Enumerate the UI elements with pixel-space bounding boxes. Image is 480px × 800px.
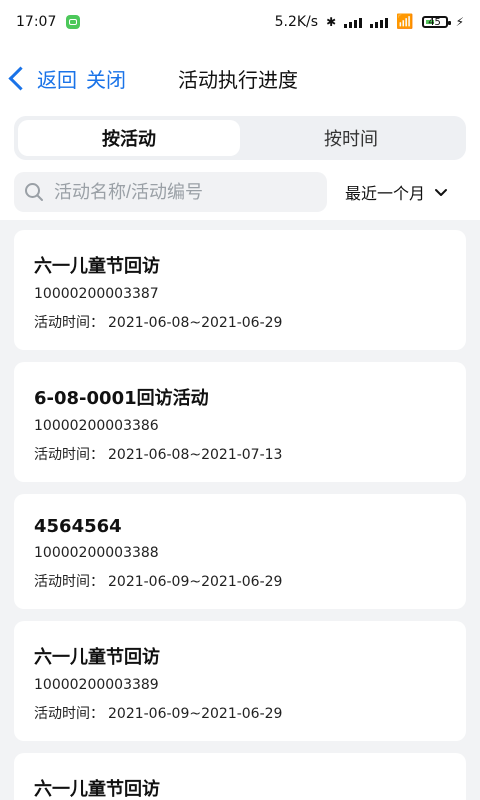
activity-time-row: 活动时间： 2021-06-08~2021-07-13 [34, 444, 446, 464]
status-left: 17:07 [16, 14, 81, 30]
status-bar: 17:07 5.2K/s ✱ 📶 45 ⚡ [0, 0, 480, 44]
search-row: 最近一个月 [14, 172, 466, 212]
status-right: 5.2K/s ✱ 📶 45 ⚡ [275, 14, 464, 30]
status-time: 17:07 [16, 14, 57, 30]
activity-time-row: 活动时间： 2021-06-08~2021-06-29 [34, 312, 446, 332]
activity-time-row: 活动时间： 2021-06-09~2021-06-29 [34, 703, 446, 723]
close-label: 关闭 [86, 67, 126, 92]
tab-switcher: 按活动 按时间 [14, 116, 466, 160]
activity-time-label: 活动时间： [34, 706, 104, 722]
date-filter-dropdown[interactable]: 最近一个月 [345, 172, 449, 212]
app-screen: 17:07 5.2K/s ✱ 📶 45 ⚡ 返回 关闭 活动执行进度 按活动 按… [0, 0, 480, 800]
activity-id: 10000200003387 [34, 286, 159, 302]
app-notification-icon [66, 15, 81, 29]
activity-time-range: 2021-06-09~2021-06-29 [108, 706, 283, 722]
activity-time-label: 活动时间： [34, 447, 104, 463]
activity-title: 六一儿童节回访 [34, 256, 160, 277]
wifi-icon: 📶 [396, 14, 414, 30]
list-item[interactable]: 4564564 10000200003388 活动时间： 2021-06-09~2… [14, 494, 466, 609]
search-input[interactable] [52, 180, 306, 204]
activity-list: 六一儿童节回访 10000200003387 活动时间： 2021-06-08~2… [0, 230, 480, 800]
chevron-left-icon [8, 65, 33, 91]
list-item[interactable]: 6-08-0001回访活动 10000200003386 活动时间： 2021-0… [14, 362, 466, 482]
activity-id: 10000200003389 [34, 677, 159, 693]
signal-icon-2 [370, 16, 389, 28]
list-item[interactable]: 六一儿童节回访 [14, 753, 466, 800]
activity-id: 10000200003386 [34, 418, 159, 434]
activity-id: 10000200003388 [34, 545, 159, 561]
page-title: 活动执行进度 [178, 67, 298, 92]
list-item[interactable]: 六一儿童节回访 10000200003387 活动时间： 2021-06-08~2… [14, 230, 466, 350]
tab-by-time[interactable]: 按时间 [240, 120, 462, 156]
activity-title: 六一儿童节回访 [34, 647, 160, 668]
back-button[interactable]: 返回 [8, 62, 77, 94]
tab-by-activity[interactable]: 按活动 [18, 120, 240, 156]
list-item[interactable]: 六一儿童节回访 10000200003389 活动时间： 2021-06-09~2… [14, 621, 466, 741]
bluetooth-icon: ✱ [326, 15, 337, 29]
activity-title: 六一儿童节回访 [34, 779, 160, 800]
activity-time-row: 活动时间： 2021-06-09~2021-06-29 [34, 571, 446, 591]
title-bar: 返回 关闭 活动执行进度 [0, 54, 480, 102]
activity-title: 4564564 [34, 516, 122, 537]
top-area: 17:07 5.2K/s ✱ 📶 45 ⚡ 返回 关闭 活动执行进度 按活动 按… [0, 0, 480, 220]
activity-time-range: 2021-06-08~2021-07-13 [108, 447, 283, 463]
activity-time-range: 2021-06-09~2021-06-29 [108, 574, 283, 590]
back-label: 返回 [37, 67, 77, 92]
battery-level: 45 [428, 16, 441, 28]
search-box[interactable] [14, 172, 327, 212]
battery-icon: 45 [421, 16, 451, 28]
close-button[interactable]: 关闭 [86, 62, 126, 94]
activity-time-range: 2021-06-08~2021-06-29 [108, 315, 283, 331]
charging-icon: ⚡ [455, 15, 464, 29]
network-speed: 5.2K/s [274, 14, 319, 30]
chevron-down-icon [433, 184, 449, 200]
signal-icon [344, 16, 363, 28]
date-filter-label: 最近一个月 [345, 184, 426, 203]
activity-time-label: 活动时间： [34, 574, 104, 590]
search-icon [24, 182, 44, 202]
activity-time-label: 活动时间： [34, 315, 104, 331]
activity-title: 6-08-0001回访活动 [34, 388, 209, 409]
